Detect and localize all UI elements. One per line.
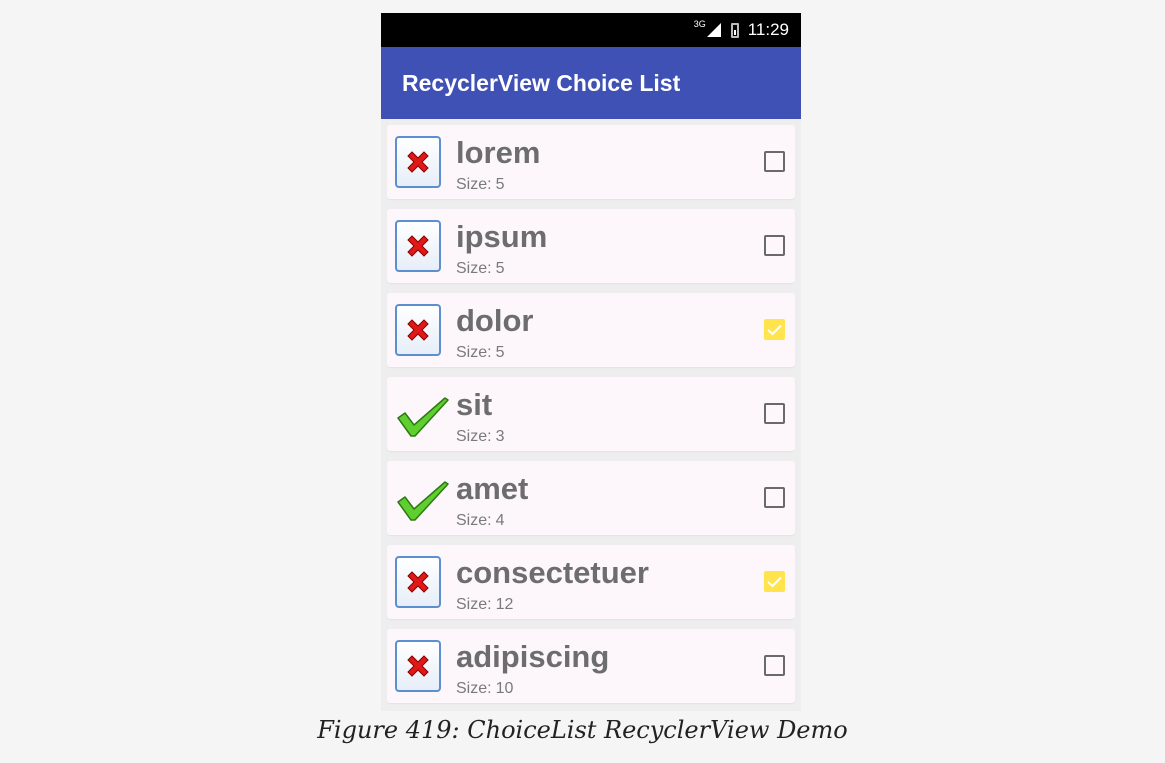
list-item[interactable]: ipsum Size: 5: [387, 209, 795, 283]
list-item[interactable]: sit Size: 3: [387, 377, 795, 451]
green-checkmark-icon: [395, 472, 449, 524]
red-x-icon: [395, 136, 443, 188]
item-title: dolor: [456, 303, 534, 338]
size-value: 3: [495, 428, 505, 445]
size-label: Size:: [456, 596, 492, 613]
checkmark-icon: [767, 576, 782, 587]
size-value: 10: [495, 680, 514, 697]
recycler-list[interactable]: lorem Size: 5 ipsum Size: 5 dolor Size: 5: [381, 119, 801, 703]
item-size: Size: 3: [456, 428, 504, 446]
phone-screen: 3G 11:29 RecyclerView Choice List lorem …: [381, 13, 801, 711]
red-x-icon: [395, 640, 443, 692]
size-value: 5: [495, 260, 505, 277]
item-size: Size: 5: [456, 260, 504, 278]
network-type: 3G: [693, 19, 706, 29]
item-size: Size: 5: [456, 176, 504, 194]
size-label: Size:: [456, 680, 492, 697]
app-bar: RecyclerView Choice List: [381, 47, 801, 119]
item-title: lorem: [456, 135, 541, 170]
item-checkbox[interactable]: [764, 571, 785, 592]
item-checkbox[interactable]: [764, 319, 785, 340]
item-checkbox[interactable]: [764, 655, 785, 676]
item-title: amet: [456, 471, 529, 506]
item-title: adipiscing: [456, 639, 610, 674]
size-value: 12: [495, 596, 514, 613]
list-item[interactable]: adipiscing Size: 10: [387, 629, 795, 703]
item-checkbox[interactable]: [764, 403, 785, 424]
red-x-icon: [395, 220, 443, 272]
size-label: Size:: [456, 512, 492, 529]
size-label: Size:: [456, 176, 492, 193]
red-x-icon: [395, 556, 443, 608]
item-size: Size: 5: [456, 344, 504, 362]
item-size: Size: 12: [456, 596, 513, 614]
item-checkbox[interactable]: [764, 151, 785, 172]
list-item[interactable]: lorem Size: 5: [387, 125, 795, 199]
item-checkbox[interactable]: [764, 487, 785, 508]
green-checkmark-icon: [395, 388, 449, 440]
item-title: ipsum: [456, 219, 548, 254]
checkmark-icon: [767, 324, 782, 335]
size-value: 4: [495, 512, 505, 529]
size-label: Size:: [456, 260, 492, 277]
size-value: 5: [495, 176, 505, 193]
list-item[interactable]: consectetuer Size: 12: [387, 545, 795, 619]
item-checkbox[interactable]: [764, 235, 785, 256]
status-bar: 3G 11:29: [381, 13, 801, 47]
red-x-icon: [395, 304, 443, 356]
item-size: Size: 4: [456, 512, 504, 530]
item-title: consectetuer: [456, 555, 649, 590]
list-item[interactable]: amet Size: 4: [387, 461, 795, 535]
battery-icon: [730, 22, 739, 38]
size-label: Size:: [456, 344, 492, 361]
signal-icon: [706, 23, 721, 37]
list-item[interactable]: dolor Size: 5: [387, 293, 795, 367]
size-label: Size:: [456, 428, 492, 445]
size-value: 5: [495, 344, 505, 361]
clock: 11:29: [747, 20, 789, 39]
figure-caption: Figure 419: ChoiceList RecyclerView Demo: [317, 716, 848, 744]
app-title: RecyclerView Choice List: [402, 69, 681, 96]
item-size: Size: 10: [456, 680, 513, 698]
item-title: sit: [456, 387, 493, 422]
